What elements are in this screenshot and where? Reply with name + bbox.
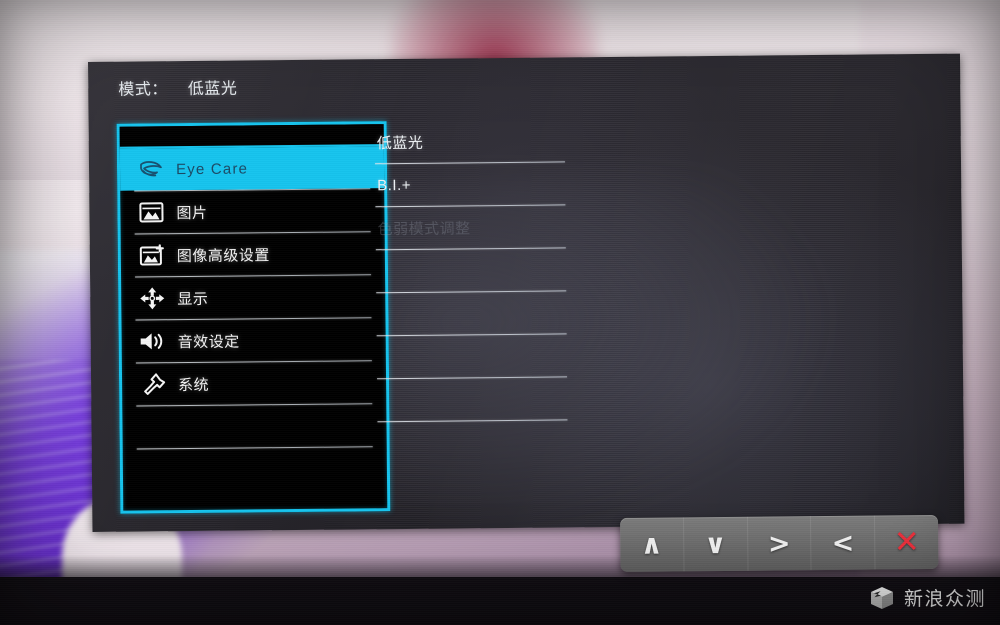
osd-options-panel: 低蓝光 B.I.+ 色弱模式调整 [374, 119, 568, 464]
option-label: B.I.+ [377, 176, 412, 194]
option-label: 低蓝光 [376, 134, 424, 152]
osd-mode-value: 低蓝光 [187, 80, 238, 99]
option-row-empty [377, 420, 567, 464]
menu-item-label: 音效设定 [177, 333, 240, 351]
option-row-low-blue-light[interactable]: 低蓝光 [375, 119, 565, 163]
picture-advanced-icon [135, 241, 169, 269]
monitor-key-bar: ∧ ∨ > < ✕ [620, 514, 939, 572]
osd-main-menu-panel: Eye Care 图片 图像高级设置 显示 音效设定 系统 [116, 121, 391, 514]
watermark-text: 新浪众测 [903, 588, 986, 610]
menu-item-label: Eye Care [175, 159, 249, 178]
menu-item-picture[interactable]: 图片 [120, 189, 384, 234]
background-bottom-bar [0, 577, 1000, 625]
option-row-color-weakness: 色弱模式调整 [375, 205, 565, 249]
picture-icon [134, 198, 168, 226]
option-row-empty [377, 334, 567, 378]
osd-mode-header: 模式： 低蓝光 [118, 75, 237, 100]
speaker-icon [136, 327, 170, 355]
up-key[interactable]: ∧ [620, 517, 685, 572]
menu-item-label: 系统 [178, 376, 210, 394]
close-key[interactable]: ✕ [875, 515, 938, 570]
eye-care-icon [134, 155, 168, 183]
osd-mode-label: 模式： [118, 81, 168, 99]
box-logo-icon [869, 585, 895, 611]
option-label: 色弱模式调整 [377, 219, 471, 238]
menu-item-system[interactable]: 系统 [122, 361, 386, 406]
option-row-empty [377, 377, 567, 421]
option-row-empty [376, 291, 566, 335]
osd-menu: 模式： 低蓝光 Eye Care 图片 图像高级设置 显示 音效设定 系统 低蓝… [88, 54, 964, 532]
watermark: 新浪众测 [869, 584, 986, 611]
menu-item-label: 显示 [177, 290, 209, 308]
menu-item-eye-care[interactable]: Eye Care [119, 146, 385, 191]
osd-menu-list: Eye Care 图片 图像高级设置 显示 音效设定 系统 [119, 146, 387, 492]
option-row-bi-plus[interactable]: B.I.+ [375, 162, 565, 206]
menu-item-audio[interactable]: 音效设定 [121, 318, 385, 363]
wrench-icon [136, 370, 170, 398]
right-key[interactable]: > [747, 516, 812, 571]
menu-item-display[interactable]: 显示 [121, 275, 385, 320]
display-arrows-icon [135, 284, 169, 312]
down-key[interactable]: ∨ [683, 516, 749, 572]
menu-item-label: 图像高级设置 [176, 246, 270, 265]
menu-item-picture-advanced[interactable]: 图像高级设置 [121, 232, 385, 277]
menu-item-label: 图片 [176, 204, 208, 222]
option-row-empty [376, 248, 566, 292]
left-key[interactable]: < [811, 515, 876, 571]
screenshot-root: 模式： 低蓝光 Eye Care 图片 图像高级设置 显示 音效设定 系统 低蓝… [0, 0, 1000, 625]
monitor-screen: 模式： 低蓝光 Eye Care 图片 图像高级设置 显示 音效设定 系统 低蓝… [88, 53, 965, 532]
menu-item-empty [123, 447, 387, 492]
osd-menu-topbar [119, 124, 384, 149]
menu-item-empty [122, 404, 386, 449]
